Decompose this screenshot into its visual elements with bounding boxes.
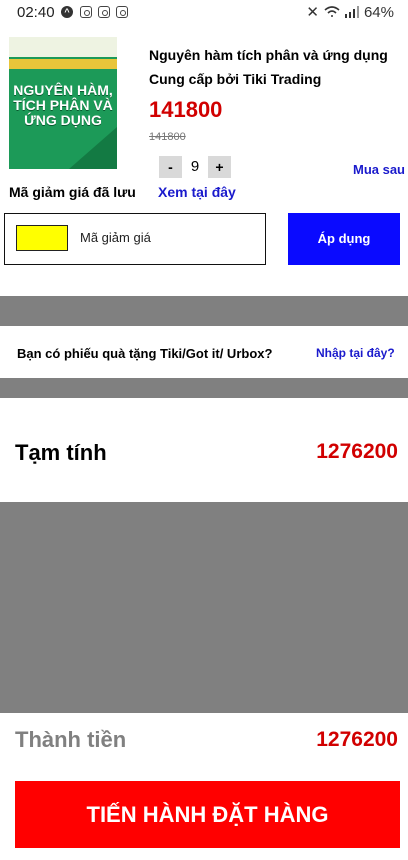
apply-coupon-button[interactable]: Áp dụng xyxy=(288,213,400,265)
instagram-icon xyxy=(98,6,110,18)
total-value: 1276200 xyxy=(316,728,398,751)
instagram-icon xyxy=(116,6,128,18)
battery-level: 64% xyxy=(363,3,394,21)
coupon-input-label: Mã giảm giá xyxy=(80,230,151,245)
saved-coupons-label: Mã giảm giá đã lưu xyxy=(9,184,136,200)
subtotal-label: Tạm tính xyxy=(15,440,107,465)
gift-voucher-question: Bạn có phiếu quà tặng Tiki/Got it/ Urbox… xyxy=(17,346,273,361)
cover-title: NGUYÊN HÀM, TÍCH PHÂN VÀ ỨNG DỤNG xyxy=(13,82,113,128)
total-label: Thành tiền xyxy=(15,727,127,752)
signal-icon xyxy=(344,6,359,18)
section-divider xyxy=(0,378,408,398)
instagram-icon xyxy=(80,6,92,18)
status-time: 02:40 xyxy=(17,4,55,21)
quantity-value: 9 xyxy=(190,158,200,175)
quantity-increase-button[interactable]: + xyxy=(208,156,231,178)
view-saved-coupons-link[interactable]: Xem tại đây xyxy=(158,184,236,200)
coupon-input-field[interactable]: Mã giảm giá xyxy=(4,213,266,265)
status-right: ✕ 64% xyxy=(306,3,394,22)
place-order-button[interactable]: TIẾN HÀNH ĐẶT HÀNG xyxy=(15,781,400,848)
product-title[interactable]: Nguyên hàm tích phân và ứng dụng xyxy=(149,46,388,64)
subtotal-value: 1276200 xyxy=(316,440,398,463)
quantity-decrease-button[interactable]: - xyxy=(159,156,182,178)
product-price: 141800 xyxy=(149,97,223,122)
section-divider xyxy=(0,296,408,326)
status-bar: 02:40 ^ ✕ 64% xyxy=(0,0,408,26)
book-cover-image[interactable]: NGUYÊN HÀM, TÍCH PHÂN VÀ ỨNG DỤNG xyxy=(9,37,117,169)
coupon-code-box[interactable] xyxy=(16,225,68,251)
product-old-price: 141800 xyxy=(149,131,186,143)
buy-later-link[interactable]: Mua sau xyxy=(353,162,405,177)
app-notification-icon: ^ xyxy=(61,6,73,18)
mute-icon: ✕ xyxy=(306,4,319,21)
enter-gift-voucher-link[interactable]: Nhập tại đây? xyxy=(316,346,395,360)
product-seller: Cung cấp bởi Tiki Trading xyxy=(149,71,322,87)
empty-gray-area xyxy=(0,502,408,713)
wifi-icon xyxy=(324,6,340,17)
